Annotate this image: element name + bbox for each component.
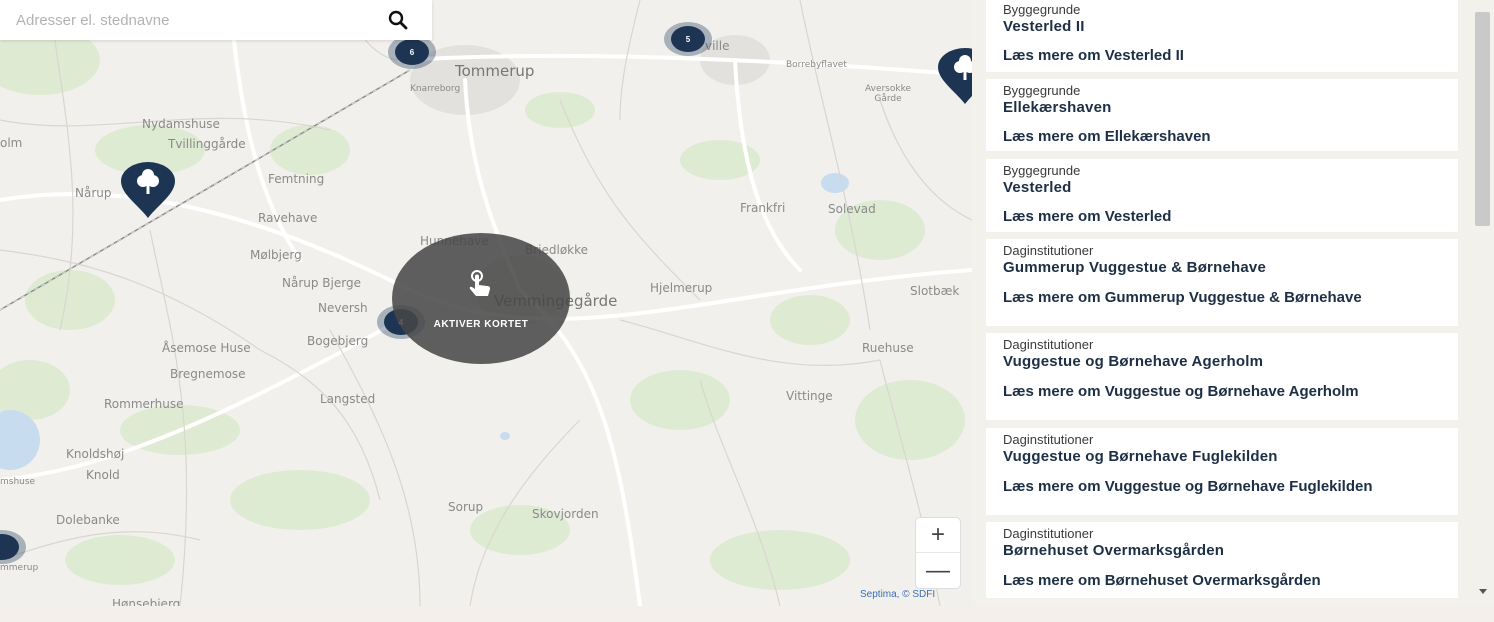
place-label: mshuse [0, 477, 36, 487]
result-name: Vuggestue og Børnehave Agerholm [1003, 353, 1264, 370]
place-label: Nårup Bjerge [282, 276, 361, 290]
cluster-count: 6 [395, 39, 429, 65]
place-label: Mølbjerg [250, 248, 302, 262]
result-name: Vuggestue og Børnehave Fuglekilden [1003, 448, 1278, 465]
place-label: Skovjorden [532, 507, 599, 521]
place-label: olm [0, 136, 23, 150]
place-label: Ravehave [258, 211, 318, 225]
read-more-link[interactable]: Læs mere om Vesterled [1003, 209, 1423, 224]
place-label: Dolebanke [56, 513, 120, 527]
place-label: Bregnemose [170, 367, 246, 381]
page-footer-strip [0, 606, 1494, 622]
place-label: Solevad [828, 202, 876, 216]
place-label: Femtning [268, 172, 325, 186]
result-card: Daginstitutioner Børnehuset Overmarksgår… [986, 522, 1458, 598]
map-search [0, 0, 432, 40]
result-category: Daginstitutioner [1003, 432, 1094, 447]
place-label: Langsted [320, 392, 376, 406]
place-label: Hjelmerup [650, 281, 713, 295]
cluster-count: 5 [671, 26, 705, 52]
place-label: Aversokke Gårde [864, 84, 912, 104]
read-more-link[interactable]: Læs mere om Gummerup Vuggestue & Børneha… [1003, 290, 1423, 305]
place-label: Knarreborg [410, 84, 461, 94]
place-label: mmerup [0, 563, 39, 573]
place-label: Slotbæk [910, 284, 960, 298]
zoom-out-button[interactable]: — [916, 553, 960, 588]
result-name: Ellekærshaven [1003, 99, 1112, 116]
place-label: Nydamshuse [142, 117, 220, 131]
result-card: Byggegrunde Ellekærshaven Læs mere om El… [986, 79, 1458, 151]
result-category: Daginstitutioner [1003, 243, 1094, 258]
tree-pin-icon[interactable] [936, 48, 972, 106]
result-category: Byggegrunde [1003, 163, 1081, 178]
scroll-down-arrow-icon[interactable] [1479, 589, 1487, 594]
scrollbar-thumb[interactable] [1475, 12, 1490, 226]
place-label: Knold [86, 468, 120, 482]
read-more-link[interactable]: Læs mere om Vuggestue og Børnehave Agerh… [1003, 384, 1423, 399]
activate-map-button[interactable]: AKTIVER KORTET [392, 233, 570, 364]
search-input[interactable] [0, 0, 380, 40]
results-list: Byggegrunde Vesterled II Læs mere om Ves… [972, 0, 1494, 606]
place-label: Ruehuse [862, 341, 914, 355]
place-label: Rommerhuse [104, 397, 184, 411]
result-name: Vesterled [1003, 179, 1072, 196]
zoom-in-button[interactable]: + [916, 518, 960, 553]
map-cluster-marker[interactable]: 5 [664, 22, 712, 56]
place-label: Frankfri [740, 201, 786, 215]
result-category: Daginstitutioner [1003, 526, 1094, 541]
search-icon[interactable] [384, 7, 412, 33]
result-category: Byggegrunde [1003, 83, 1081, 98]
place-label: Neversh [318, 301, 368, 315]
place-label: Tvillinggårde [168, 137, 246, 151]
place-label: Åsemose Huse [162, 341, 251, 355]
result-category: Daginstitutioner [1003, 337, 1094, 352]
result-card: Daginstitutioner Vuggestue og Børnehave … [986, 428, 1458, 515]
touch-hand-icon [469, 270, 491, 296]
place-label: Bogebjerg [307, 334, 369, 348]
place-label: Hønsebjerg [112, 597, 181, 606]
result-card: Daginstitutioner Vuggestue og Børnehave … [986, 333, 1458, 420]
read-more-link[interactable]: Læs mere om Vesterled II [1003, 48, 1423, 63]
result-name: Gummerup Vuggestue & Børnehave [1003, 259, 1266, 276]
result-card: Byggegrunde Vesterled II Læs mere om Ves… [986, 0, 1458, 72]
place-label: Vittinge [786, 389, 833, 403]
result-name: Børnehuset Overmarksgården [1003, 542, 1225, 559]
place-label: Knoldshøj [66, 447, 125, 461]
map-cluster-marker[interactable]: 6 [388, 35, 436, 69]
zoom-control: + — [916, 518, 960, 588]
map-attribution[interactable]: Septima, © SDFI [860, 589, 935, 600]
result-name: Vesterled II [1003, 18, 1085, 35]
result-category: Byggegrunde [1003, 2, 1081, 17]
place-label: Sorup [448, 500, 484, 514]
place-label: Borrebyflavet [786, 60, 847, 70]
map-view[interactable]: Tommerup Knarreborg Borrebyflavet Averso… [0, 0, 972, 606]
activate-map-label: AKTIVER KORTET [433, 319, 529, 330]
place-label: Nårup [75, 186, 112, 200]
result-card: Daginstitutioner Gummerup Vuggestue & Bø… [986, 239, 1458, 326]
read-more-link[interactable]: Læs mere om Børnehuset Overmarksgården [1003, 573, 1423, 588]
place-label: Tommerup [455, 62, 535, 80]
result-card: Byggegrunde Vesterled Læs mere om Vester… [986, 159, 1458, 232]
read-more-link[interactable]: Læs mere om Vuggestue og Børnehave Fugle… [1003, 479, 1423, 494]
tree-pin-icon[interactable] [119, 162, 177, 220]
page-frame: Tommerup Knarreborg Borrebyflavet Averso… [0, 0, 1494, 606]
read-more-link[interactable]: Læs mere om Ellekærshaven [1003, 129, 1423, 144]
